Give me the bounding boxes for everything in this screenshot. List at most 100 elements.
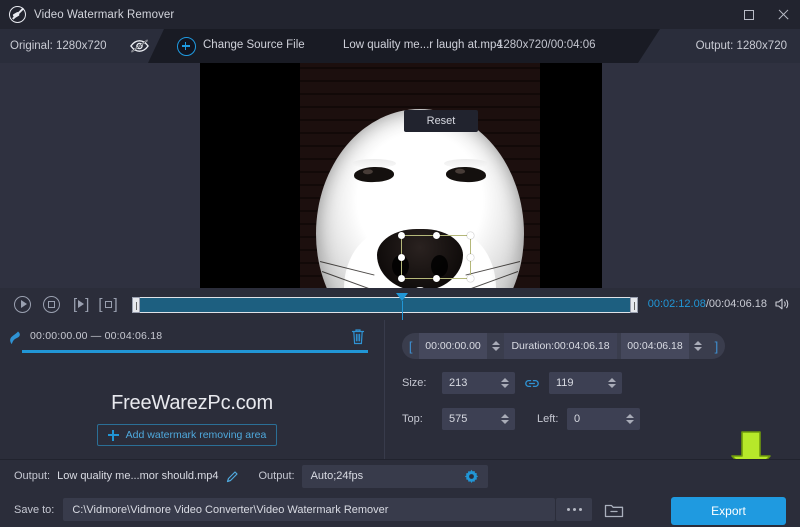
watermark-selection-box[interactable]	[401, 235, 471, 279]
volume-icon[interactable]	[774, 297, 790, 311]
resize-handle-s[interactable]	[433, 275, 440, 282]
mark-out-button[interactable]: [ ]	[98, 297, 117, 312]
duration-row: [ 00:00:00.00 Duration:00:04:06.18 00:04…	[402, 333, 725, 359]
dog-eye-right	[446, 166, 486, 182]
stepper-up-icon[interactable]	[501, 378, 509, 382]
watermark-track-bar[interactable]	[22, 350, 368, 353]
resize-handle-se[interactable]	[467, 275, 474, 282]
dog-eye-left	[354, 166, 394, 182]
top-stepper[interactable]: 575	[442, 408, 515, 430]
resize-handle-ne[interactable]	[467, 232, 474, 239]
stepper-up-icon[interactable]	[608, 378, 616, 382]
end-time-field[interactable]: 00:04:06.18	[621, 333, 688, 359]
output-format-select[interactable]: Auto;24fps	[302, 465, 488, 488]
source-file-meta: 1280x720/00:04:06	[497, 39, 595, 51]
current-time: 00:02:12.08	[648, 298, 706, 310]
change-source-file-button[interactable]: Change Source File	[203, 39, 305, 51]
timeline-scrubber[interactable]	[132, 295, 638, 313]
pencil-icon[interactable]	[226, 470, 239, 483]
size-width-field[interactable]: 213	[442, 372, 496, 394]
export-button[interactable]: Export	[671, 497, 786, 525]
timeline-track[interactable]	[132, 297, 638, 313]
size-row: Size: 213 119	[402, 372, 622, 394]
ellipsis-icon	[579, 508, 582, 511]
player-controls-bar: [ ] [ ] 00:02:12.08/00:04:06.18	[0, 288, 800, 320]
stepper-down-icon[interactable]	[501, 384, 509, 388]
watermark-overlay-text: FreeWarezPc.com	[0, 392, 384, 415]
video-frame[interactable]	[200, 63, 602, 288]
bracket-close-label: ]	[708, 339, 725, 354]
stepper-down-icon[interactable]	[501, 420, 509, 424]
window-title: Video Watermark Remover	[34, 9, 174, 21]
add-watermark-removing-area-button[interactable]: Add watermark removing area	[97, 424, 277, 446]
title-bar: Video Watermark Remover	[0, 0, 800, 29]
output-resolution-label: Output: 1280x720	[696, 40, 787, 52]
play-button[interactable]	[14, 296, 31, 313]
add-watermark-area-label: Add watermark removing area	[126, 429, 267, 441]
mark-in-button[interactable]: [ ]	[73, 297, 89, 312]
stepper-down-icon[interactable]	[492, 347, 500, 351]
stepper-up-icon[interactable]	[492, 341, 500, 345]
gear-icon[interactable]	[464, 469, 479, 484]
left-stepper[interactable]: 0	[567, 408, 640, 430]
output-file-label: Output:	[14, 470, 50, 482]
video-preview-area	[0, 63, 800, 288]
eye-off-icon[interactable]	[129, 38, 150, 54]
stepper-up-icon[interactable]	[626, 414, 634, 418]
app-logo-icon	[9, 6, 26, 23]
resize-handle-e[interactable]	[467, 254, 474, 261]
playhead-line	[402, 301, 403, 321]
output-format-label: Output:	[259, 470, 295, 482]
output-settings-bar: Output: Low quality me...mor should.mp4 …	[0, 459, 800, 492]
size-height-field[interactable]: 119	[549, 372, 603, 394]
mark-out-icon	[105, 301, 112, 308]
top-field[interactable]: 575	[442, 408, 496, 430]
close-button[interactable]	[766, 0, 800, 29]
stop-icon	[48, 301, 55, 308]
left-field[interactable]: 0	[567, 408, 621, 430]
size-height-stepper[interactable]: 119	[549, 372, 622, 394]
trash-icon[interactable]	[351, 328, 365, 345]
watermark-range-label: 00:00:00.00 — 00:04:06.18	[30, 330, 162, 342]
ellipsis-icon	[567, 508, 570, 511]
size-height-spinner[interactable]	[608, 378, 616, 388]
save-path-field[interactable]: C:\Vidmore\Vidmore Video Converter\Video…	[63, 498, 555, 521]
mark-in-icon	[78, 300, 84, 308]
resize-handle-sw[interactable]	[398, 275, 405, 282]
maximize-button[interactable]	[732, 0, 766, 29]
time-readout: 00:02:12.08/00:04:06.18	[648, 298, 767, 310]
link-icon[interactable]	[525, 378, 539, 389]
stop-button[interactable]	[43, 296, 60, 313]
window-controls	[732, 0, 800, 29]
output-format-value: Auto;24fps	[311, 470, 364, 482]
stepper-up-icon[interactable]	[694, 341, 702, 345]
folder-icon[interactable]	[604, 501, 624, 518]
watermark-track-row[interactable]: 00:00:00.00 — 00:04:06.18	[0, 320, 384, 356]
reset-button[interactable]: Reset	[404, 110, 478, 132]
stepper-down-icon[interactable]	[694, 347, 702, 351]
duration-label: Duration:00:04:06.18	[504, 333, 616, 359]
resize-handle-w[interactable]	[398, 254, 405, 261]
browse-button[interactable]	[556, 498, 592, 521]
top-spinner[interactable]	[501, 414, 509, 424]
plus-circle-icon[interactable]	[177, 37, 196, 56]
original-resolution-label: Original: 1280x720	[10, 40, 107, 52]
start-time-stepper[interactable]	[492, 341, 500, 351]
playhead-marker[interactable]	[396, 293, 408, 301]
size-width-stepper[interactable]: 213	[442, 372, 515, 394]
stepper-down-icon[interactable]	[626, 420, 634, 424]
resize-handle-n[interactable]	[433, 232, 440, 239]
trim-handle-right[interactable]	[630, 297, 638, 313]
start-time-field[interactable]: 00:00:00.00	[419, 333, 486, 359]
left-spinner[interactable]	[626, 414, 634, 424]
size-width-spinner[interactable]	[501, 378, 509, 388]
output-tab[interactable]: Output: 1280x720	[638, 29, 800, 63]
resize-handle-nw[interactable]	[398, 232, 405, 239]
trim-handle-left[interactable]	[132, 297, 140, 313]
ellipsis-icon	[573, 508, 576, 511]
total-time: /00:04:06.18	[706, 298, 767, 310]
end-time-stepper[interactable]	[694, 341, 702, 351]
stepper-up-icon[interactable]	[501, 414, 509, 418]
stepper-down-icon[interactable]	[608, 384, 616, 388]
maximize-icon	[744, 10, 754, 20]
